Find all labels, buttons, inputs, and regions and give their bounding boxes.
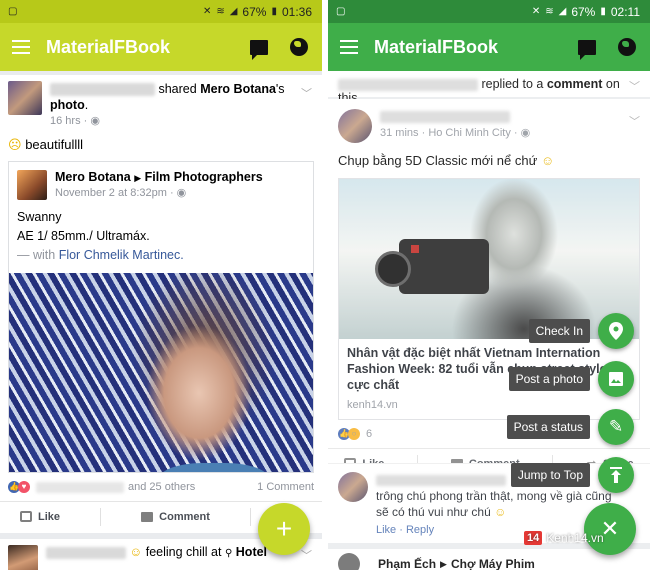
battery-icon: ▮ — [271, 6, 277, 17]
fab-label[interactable]: Jump to Top — [510, 463, 590, 487]
post-message-text: beautifullll — [25, 137, 84, 152]
signal-icon: ◢ — [558, 6, 567, 17]
comment-label: Comment — [159, 510, 210, 523]
image-notification-icon: ▢ — [8, 6, 18, 17]
pencil-icon[interactable]: ✎ — [598, 409, 634, 445]
like-label: Like — [38, 510, 61, 523]
chevron-down-icon[interactable]: ﹀ — [301, 547, 312, 563]
inner-line2: AE 1/ 85mm./ Ultramáx. — [17, 229, 150, 243]
fab-label[interactable]: Post a photo — [508, 367, 590, 391]
love-reaction-icon: ♥ — [18, 481, 30, 493]
watermark-badge: 14 — [524, 531, 543, 545]
shared-photo[interactable] — [9, 273, 313, 472]
photo-link[interactable]: photo — [50, 98, 85, 112]
comment-button[interactable]: Comment — [141, 511, 210, 523]
divider — [249, 507, 251, 526]
battery-level: 67% — [242, 4, 267, 19]
close-fab[interactable]: ✕ — [584, 503, 636, 555]
page-avatar[interactable] — [17, 170, 47, 200]
battery-level: 67% — [571, 4, 596, 19]
plus-icon: + — [275, 513, 293, 544]
watermark: 14 Kenh14.vn — [524, 531, 604, 545]
globe-icon[interactable] — [616, 36, 638, 58]
clock: 02:11 — [610, 4, 640, 19]
app-title: MaterialFBook — [374, 36, 499, 57]
tagged-person-link[interactable]: Flor Chmelik Martinec. — [59, 248, 184, 262]
avatar[interactable] — [8, 81, 42, 115]
chat-icon[interactable] — [576, 36, 598, 60]
avatar[interactable] — [8, 545, 38, 570]
emoji-icon: ☹ — [8, 137, 22, 152]
fab-label[interactable]: Check In — [528, 319, 590, 343]
comments-count[interactable]: 1 Comment — [257, 481, 314, 493]
location-pin-icon[interactable] — [598, 313, 634, 349]
shared-post[interactable]: Mero Botana ▶ Film Photographers Novembe… — [8, 161, 314, 473]
menu-icon[interactable] — [12, 40, 30, 54]
author-name-blurred[interactable] — [46, 546, 126, 559]
right-screen: ▢ ✕ ≋ ◢ 67% ▮ 02:11 MaterialFBook replie… — [328, 0, 650, 570]
app-bar: MaterialFBook — [328, 23, 650, 71]
reactions-count-text: and 25 others — [128, 481, 196, 493]
feeling-emoji-icon: ☺ — [129, 545, 143, 559]
jump-to-top-icon[interactable] — [598, 457, 634, 493]
shared-page-link[interactable]: Mero Botana — [200, 82, 276, 96]
fab-item-check-in[interactable]: Check In — [528, 313, 634, 349]
feeling-text: feeling chill at — [145, 545, 222, 559]
inner-page-name[interactable]: Mero Botana — [55, 170, 131, 184]
post-message: ☹ beautifullll — [0, 129, 322, 161]
group-name[interactable]: Film Photographers — [145, 170, 263, 184]
chat-icon[interactable] — [248, 36, 270, 60]
reaction-summary[interactable]: 👍 ♥ and 25 others 1 Comment — [0, 473, 322, 501]
location-icon: ⚲ — [224, 548, 233, 559]
inner-date: November 2 at 8:32pm — [55, 187, 167, 199]
with-prefix: — with — [17, 248, 56, 262]
like-button[interactable]: Like — [20, 511, 60, 523]
app-title: MaterialFBook — [46, 36, 171, 57]
author-name-blurred[interactable] — [50, 83, 155, 97]
image-notification-icon: ▢ — [336, 6, 346, 17]
arrow-icon: ▶ — [134, 173, 142, 183]
battery-icon: ▮ — [600, 6, 606, 17]
comment-icon — [141, 511, 154, 522]
watermark-text: Kenh14.vn — [546, 531, 604, 545]
signal-icon: ◢ — [229, 6, 238, 17]
wifi-icon: ≋ — [216, 6, 225, 17]
mute-icon: ✕ — [531, 6, 541, 17]
fab-label[interactable]: Post a status — [506, 415, 590, 439]
possessive-suffix: 's — [275, 82, 285, 96]
globe-icon[interactable] — [288, 36, 310, 58]
inner-line1: Swanny — [17, 210, 62, 224]
public-icon: ◉ — [90, 115, 100, 127]
image-icon[interactable] — [598, 361, 634, 397]
compose-fab[interactable]: + — [258, 503, 310, 555]
status-bar: ▢ ✕ ≋ ◢ 67% ▮ 02:11 — [328, 0, 650, 23]
reactor-names-blurred — [36, 481, 124, 493]
wifi-icon: ≋ — [545, 6, 554, 17]
post-time: 16 hrs — [50, 115, 81, 127]
thumbs-up-icon — [20, 511, 33, 522]
app-bar: MaterialFBook — [0, 23, 322, 71]
status-bar: ▢ ✕ ≋ ◢ 67% ▮ 01:36 — [0, 0, 322, 23]
globe-small-icon: ◉ — [176, 187, 187, 199]
left-screen: ▢ ✕ ≋ ◢ 67% ▮ 01:36 MaterialFBook shared… — [0, 0, 322, 570]
clock: 01:36 — [281, 4, 312, 19]
fab-item-post-photo[interactable]: Post a photo — [508, 361, 634, 397]
divider — [100, 507, 102, 526]
post-card: shared Mero Botana's photo. 16 hrs · ◉ ﹀… — [0, 75, 322, 533]
menu-icon[interactable] — [340, 40, 358, 54]
shared-text: shared — [158, 82, 197, 96]
chevron-down-icon[interactable]: ﹀ — [301, 85, 312, 101]
fab-item-jump-to-top[interactable]: Jump to Top — [510, 457, 634, 493]
mute-icon: ✕ — [202, 6, 212, 17]
place-link[interactable]: Hotel — [236, 545, 267, 559]
fab-item-post-status[interactable]: Post a status ✎ — [506, 409, 634, 445]
